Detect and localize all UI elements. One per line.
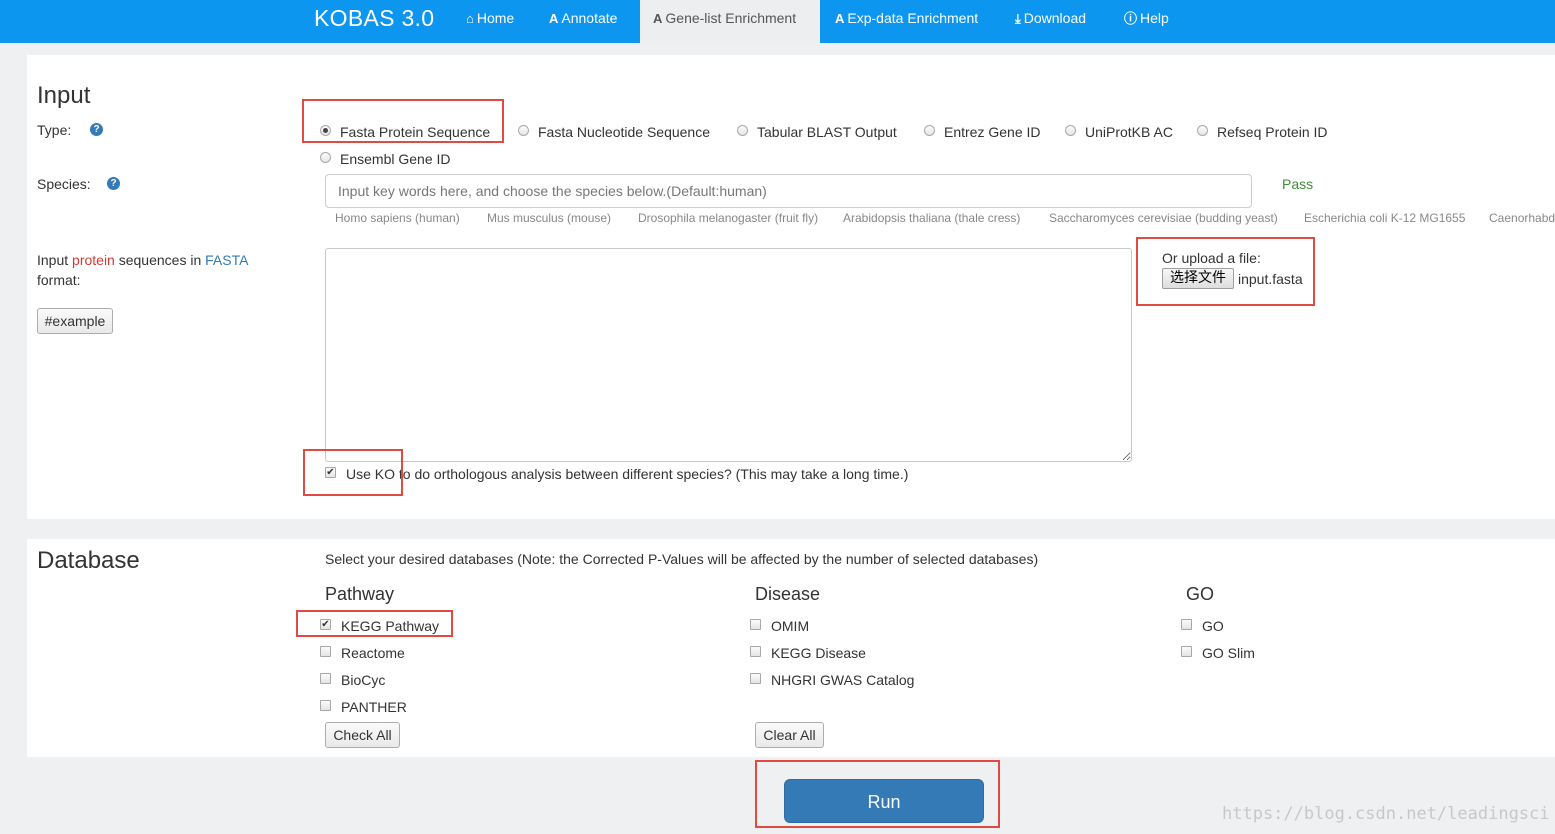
db-reactome[interactable]: Reactome xyxy=(320,645,405,661)
checkbox-icon[interactable] xyxy=(320,672,331,684)
nav-home[interactable]: ⌂ Home xyxy=(453,0,527,43)
checkbox-icon[interactable] xyxy=(750,672,761,684)
type-option-entrez[interactable]: Entrez Gene ID xyxy=(924,124,1041,140)
type-option-ensembl[interactable]: Ensembl Gene ID xyxy=(320,151,451,167)
db-panther[interactable]: PANTHER xyxy=(320,699,407,715)
highlight-box xyxy=(755,760,1000,828)
brand-logo[interactable]: KOBAS 3.0 xyxy=(314,5,434,32)
info-icon: ⓘ xyxy=(1124,11,1138,26)
checkbox-icon[interactable] xyxy=(750,618,761,630)
annotate-icon: A xyxy=(549,11,559,26)
db-omim[interactable]: OMIM xyxy=(750,618,809,634)
database-heading: Database xyxy=(37,547,140,574)
pathway-heading: Pathway xyxy=(325,584,395,604)
db-go[interactable]: GO xyxy=(1181,618,1224,634)
db-biocyc[interactable]: BioCyc xyxy=(320,672,385,688)
radio-icon[interactable] xyxy=(1065,124,1076,136)
sequence-textarea[interactable] xyxy=(325,248,1132,462)
nav-download[interactable]: ⤓ Download xyxy=(1002,0,1099,43)
species-option[interactable]: Mus musculus (mouse) xyxy=(487,211,611,225)
help-icon[interactable]: ? xyxy=(90,123,103,136)
species-option[interactable]: Homo sapiens (human) xyxy=(335,211,460,225)
disease-heading: Disease xyxy=(755,584,821,604)
highlight-box xyxy=(303,449,403,496)
database-note: Select your desired databases (Note: the… xyxy=(325,551,1039,567)
nav-annotate[interactable]: A Annotate xyxy=(536,0,630,43)
radio-icon[interactable] xyxy=(320,151,331,163)
type-option-uniprotkb[interactable]: UniProtKB AC xyxy=(1065,124,1173,140)
species-status: Pass xyxy=(1282,176,1314,192)
species-option[interactable]: Saccharomyces cerevisiae (budding yeast) xyxy=(1049,211,1278,225)
radio-icon[interactable] xyxy=(1197,124,1208,136)
nav-help[interactable]: ⓘ Help xyxy=(1111,0,1182,43)
checkbox-icon[interactable] xyxy=(320,645,331,657)
check-all-button[interactable]: Check All xyxy=(325,722,400,748)
radio-icon[interactable] xyxy=(518,124,529,136)
top-navbar: KOBAS 3.0 ⌂ Home A Annotate A Gene-list Enr… xyxy=(0,0,1555,43)
checkbox-icon[interactable] xyxy=(750,645,761,657)
highlight-box xyxy=(302,99,504,143)
help-icon[interactable]: ? xyxy=(107,177,120,190)
db-nhgri-gwas[interactable]: NHGRI GWAS Catalog xyxy=(750,672,914,688)
type-label: Type: xyxy=(37,122,72,138)
clear-all-button[interactable]: Clear All xyxy=(755,722,824,748)
home-icon: ⌂ xyxy=(466,11,474,26)
db-kegg-disease[interactable]: KEGG Disease xyxy=(750,645,866,661)
checkbox-icon[interactable] xyxy=(320,699,331,711)
use-ko-option[interactable]: ✔ Use KO to do orthologous analysis betwe… xyxy=(325,466,908,482)
species-option[interactable]: Caenorhabd xyxy=(1489,211,1555,225)
input-heading: Input xyxy=(37,82,91,109)
example-button[interactable]: #example xyxy=(37,308,113,334)
highlight-box xyxy=(296,610,453,637)
go-heading: GO xyxy=(1186,584,1215,604)
enrichment-icon: A xyxy=(653,11,663,26)
species-search-input[interactable] xyxy=(325,174,1252,208)
download-icon: ⤓ xyxy=(1015,11,1021,26)
radio-icon[interactable] xyxy=(737,124,748,136)
nav-exp-data-enrichment[interactable]: A Exp-data Enrichment xyxy=(822,0,991,43)
db-go-slim[interactable]: GO Slim xyxy=(1181,645,1255,661)
species-label: Species: xyxy=(37,176,91,192)
type-option-refseq[interactable]: Refseq Protein ID xyxy=(1197,124,1328,140)
exp-icon: A xyxy=(835,11,845,26)
radio-icon[interactable] xyxy=(924,124,935,136)
highlight-box xyxy=(1136,237,1315,306)
species-option[interactable]: Escherichia coli K-12 MG1655 xyxy=(1304,211,1465,225)
type-option-tabular-blast[interactable]: Tabular BLAST Output xyxy=(737,124,897,140)
type-option-fasta-nucleotide[interactable]: Fasta Nucleotide Sequence xyxy=(518,124,710,140)
species-option[interactable]: Drosophila melanogaster (fruit fly) xyxy=(638,211,818,225)
watermark: https://blog.csdn.net/leadingsci xyxy=(1222,804,1550,824)
checkbox-icon[interactable] xyxy=(1181,618,1192,630)
species-option[interactable]: Arabidopsis thaliana (thale cress) xyxy=(843,211,1020,225)
sequence-label: Input protein sequences in FASTA format: xyxy=(37,252,249,288)
nav-gene-list-enrichment[interactable]: A Gene-list Enrichment xyxy=(640,0,820,43)
checkbox-icon[interactable] xyxy=(1181,645,1192,657)
